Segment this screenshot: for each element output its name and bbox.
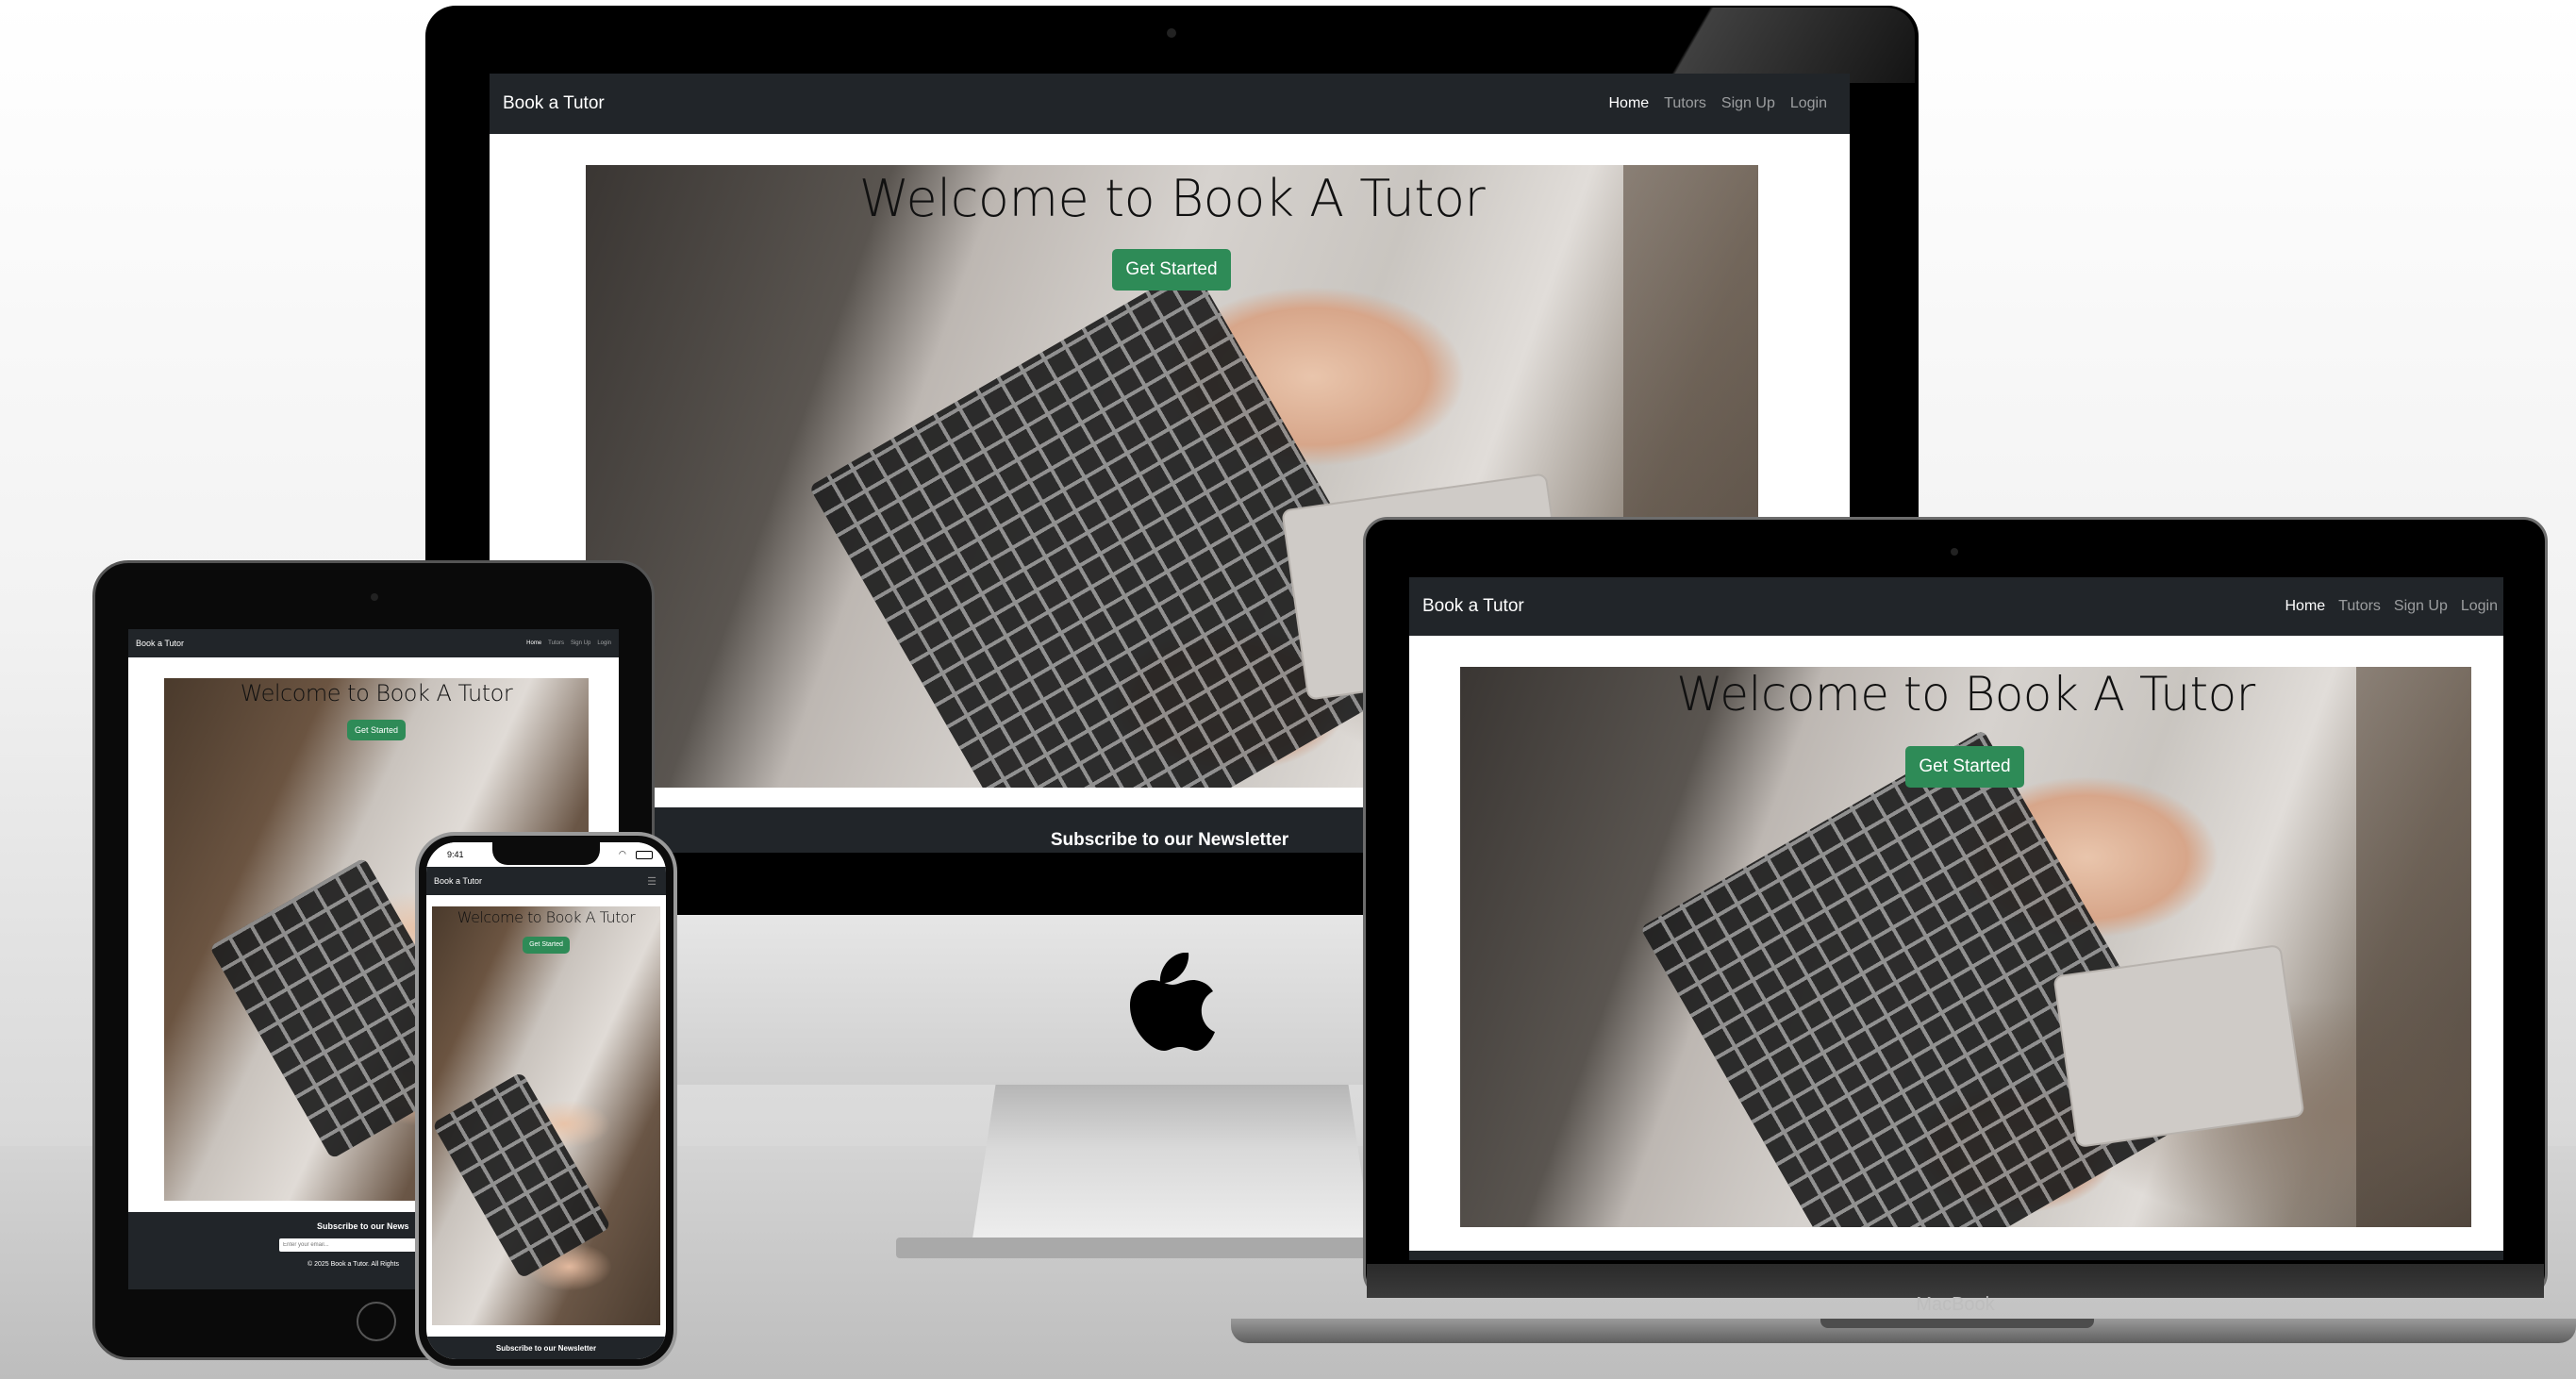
macbook-camera xyxy=(1951,548,1958,556)
macbook-hinge-notch xyxy=(1820,1319,2094,1328)
nav-tutors[interactable]: Tutors xyxy=(1664,95,1706,112)
get-started-button[interactable]: Get Started xyxy=(523,937,570,954)
ipad-home-button xyxy=(357,1302,396,1341)
get-started-button[interactable]: Get Started xyxy=(347,720,406,740)
wifi-icon: ◠ xyxy=(619,849,626,858)
navbar-brand[interactable]: Book a Tutor xyxy=(136,639,184,648)
hero-image-table xyxy=(2356,667,2471,1227)
imac-stand xyxy=(972,1085,1372,1245)
imac-glare xyxy=(1604,8,1915,83)
hero-section: Welcome to Book A Tutor Get Started xyxy=(1460,667,2471,1227)
newsletter-section: Subscribe to our Newsletter xyxy=(426,1337,666,1359)
nav-links: Home Tutors Sign Up Login xyxy=(1608,95,1827,112)
navbar-brand[interactable]: Book a Tutor xyxy=(434,876,482,886)
nav-login[interactable]: Login xyxy=(1790,95,1827,112)
hero-section: Welcome to Book A Tutor Get Started xyxy=(432,906,660,1325)
navbar: Book a Tutor ☰ xyxy=(426,867,666,895)
macbook-bottom-bezel xyxy=(1367,1264,2544,1298)
navbar: Book a Tutor Home Tutors Sign Up Login xyxy=(490,74,1850,134)
imac-camera xyxy=(1167,28,1176,38)
nav-links: Home Tutors Sign Up Login xyxy=(2285,598,2498,615)
nav-login[interactable]: Login xyxy=(2461,598,2498,615)
newsletter-title: Subscribe to our News xyxy=(317,1221,409,1231)
nav-links: Home Tutors Sign Up Login xyxy=(526,640,611,646)
newsletter-title: Subscribe to our Newsletter xyxy=(495,1344,597,1353)
iphone-screen: 9:41 ◠ Book a Tutor ☰ Welcome to Book A … xyxy=(426,842,666,1359)
navbar-brand[interactable]: Book a Tutor xyxy=(503,93,605,114)
navbar: Book a Tutor Home Tutors Sign Up Login xyxy=(128,629,619,657)
nav-sign-up[interactable]: Sign Up xyxy=(1721,95,1775,112)
nav-sign-up[interactable]: Sign Up xyxy=(2394,598,2448,615)
get-started-button[interactable]: Get Started xyxy=(1905,746,2024,788)
navbar-brand[interactable]: Book a Tutor xyxy=(1422,596,1524,617)
newsletter-section xyxy=(1409,1251,2503,1260)
nav-home[interactable]: Home xyxy=(2285,598,2325,615)
nav-tutors[interactable]: Tutors xyxy=(2338,598,2381,615)
ipad-camera xyxy=(371,593,378,601)
status-time: 9:41 xyxy=(447,850,464,859)
nav-login[interactable]: Login xyxy=(597,640,611,646)
hero-title: Welcome to Book A Tutor xyxy=(858,169,1486,228)
battery-icon xyxy=(636,851,653,859)
macbook-screen: Book a Tutor Home Tutors Sign Up Login W… xyxy=(1409,577,2503,1260)
nav-home[interactable]: Home xyxy=(526,640,541,646)
apple-logo-icon xyxy=(1130,953,1215,1051)
iphone-notch xyxy=(492,842,600,865)
hero-image-trackpad xyxy=(2052,943,2305,1149)
newsletter-email-input[interactable] xyxy=(279,1238,438,1252)
hero-title: Welcome to Book A Tutor xyxy=(240,680,513,706)
get-started-button[interactable]: Get Started xyxy=(1112,249,1231,291)
nav-tutors[interactable]: Tutors xyxy=(548,640,564,646)
footer-copyright: © 2025 Book a Tutor. All Rights xyxy=(307,1261,399,1268)
hero-title: Welcome to Book A Tutor xyxy=(1676,667,2255,722)
nav-sign-up[interactable]: Sign Up xyxy=(571,640,590,646)
nav-home[interactable]: Home xyxy=(1608,95,1649,112)
hamburger-menu-icon[interactable]: ☰ xyxy=(647,875,656,888)
hero-title: Welcome to Book A Tutor xyxy=(457,908,636,926)
navbar: Book a Tutor Home Tutors Sign Up Login xyxy=(1409,577,2503,636)
